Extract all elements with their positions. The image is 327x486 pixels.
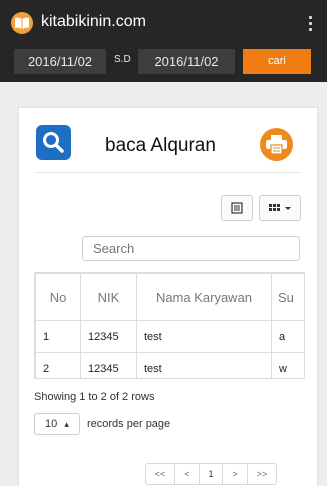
page-last-button[interactable]: >>: [248, 464, 276, 484]
column-header-su[interactable]: Su: [271, 273, 304, 321]
search-button[interactable]: cari: [243, 49, 311, 74]
caret-up-icon: ▴: [64, 419, 69, 429]
table-header-row: No NIK Nama Karyawan Su: [35, 273, 304, 321]
page-size-select[interactable]: 10 ▴: [34, 413, 80, 435]
grid-columns-icon: [269, 204, 291, 211]
table-cell: 1: [35, 320, 81, 353]
column-header-nik[interactable]: NIK: [80, 273, 137, 321]
book-icon: [11, 12, 33, 34]
table-row[interactable]: 2 12345 test w: [35, 352, 304, 378]
date-from-field[interactable]: 2016/11/02: [14, 49, 106, 74]
magnifier-icon[interactable]: [36, 125, 71, 160]
records-per-page-label: records per page: [87, 418, 171, 430]
list-view-icon: [231, 202, 243, 214]
toggle-view-button[interactable]: [221, 195, 253, 221]
table-cell: 12345: [80, 352, 137, 378]
table-cell: test: [136, 320, 272, 353]
table-cell: w: [271, 352, 304, 378]
report-card: baca Alquran Search No NIK Nama Karyawan…: [19, 108, 317, 486]
page-prev-button[interactable]: <: [175, 464, 200, 484]
more-menu-icon[interactable]: [309, 16, 313, 32]
app-title: kitabikinin.com: [41, 13, 146, 30]
page-size-value: 10: [45, 418, 58, 430]
page-title: baca Alquran: [105, 135, 216, 156]
column-header-no[interactable]: No: [35, 273, 81, 321]
search-input[interactable]: [82, 236, 300, 261]
page-first-button[interactable]: <<: [146, 464, 175, 484]
table-row[interactable]: 1 12345 test a: [35, 320, 304, 353]
data-table: No NIK Nama Karyawan Su 1 12345 test a 2…: [34, 272, 305, 379]
date-range-separator: S.D: [114, 54, 131, 65]
printer-icon[interactable]: [260, 128, 293, 161]
table-cell: test: [136, 352, 272, 378]
table-cell: a: [271, 320, 304, 353]
table-cell: 2: [35, 352, 81, 378]
app-bar: kitabikinin.com 2016/11/02 S.D 2016/11/0…: [0, 0, 327, 82]
page-current-button[interactable]: 1: [200, 464, 223, 484]
pagination-info: Showing 1 to 2 of 2 rows: [34, 391, 155, 403]
divider: [34, 172, 302, 173]
date-to-field[interactable]: 2016/11/02: [138, 49, 235, 74]
pagination: << < 1 > >>: [145, 463, 277, 485]
app-title-row: kitabikinin.com: [0, 0, 327, 44]
columns-dropdown-button[interactable]: [259, 195, 301, 221]
page-next-button[interactable]: >: [223, 464, 248, 484]
table-cell: 12345: [80, 320, 137, 353]
column-header-nama-karyawan[interactable]: Nama Karyawan: [136, 273, 272, 321]
